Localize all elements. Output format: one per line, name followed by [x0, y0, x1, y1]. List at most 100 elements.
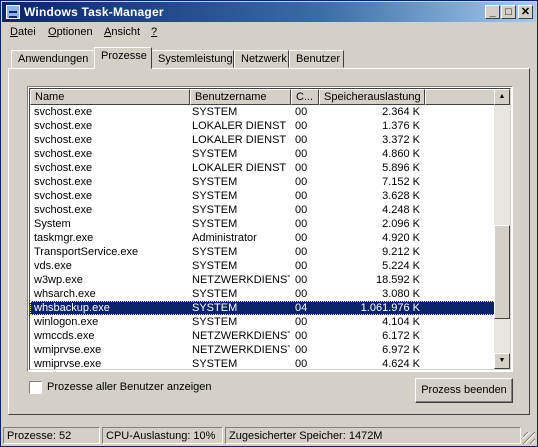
process-user-cell: Administrator [192, 232, 257, 244]
process-user-cell: NETZWERKDIENST [192, 330, 290, 342]
process-memory-cell: 1.376 K [382, 120, 420, 132]
process-memory-cell: 6.972 K [382, 344, 420, 356]
menu-help-label: ? [151, 26, 158, 38]
process-name-cell: wmccds.exe [34, 330, 95, 342]
tab-prozesse-label: Prozesse [101, 50, 147, 62]
process-user-cell: SYSTEM [192, 148, 238, 160]
process-row[interactable]: svchost.exe LOKALER DIENST 00 5.896 K [30, 161, 500, 175]
menu-datei-label: Datei [10, 26, 36, 38]
process-cpu-cell: 00 [295, 120, 308, 132]
process-user-cell: SYSTEM [192, 302, 238, 314]
process-name-cell: winlogon.exe [34, 316, 99, 328]
process-memory-cell: 1.061.976 K [360, 302, 420, 314]
tab-anwendungen-label: Anwendungen [18, 53, 89, 65]
process-cpu-cell: 00 [295, 330, 308, 342]
process-cpu-cell: 00 [295, 134, 308, 146]
process-row[interactable]: svchost.exe SYSTEM 00 7.152 K [30, 175, 500, 189]
end-process-button[interactable]: Prozess beenden [415, 378, 513, 403]
process-name-cell: vds.exe [34, 260, 72, 272]
process-row[interactable]: winlogon.exe SYSTEM 00 4.104 K [30, 315, 500, 329]
process-name-cell: svchost.exe [34, 148, 93, 160]
tab-netzwerk[interactable]: Netzwerk [234, 50, 289, 68]
process-cpu-cell: 04 [295, 302, 308, 314]
column-header-memory[interactable]: Speicherauslastung [319, 89, 425, 105]
process-row[interactable]: whsbackup.exe SYSTEM 04 1.061.976 K [30, 301, 500, 315]
process-list-inner: Name Benutzername C... Speicherauslastun… [29, 88, 511, 370]
process-name-cell: TransportService.exe [34, 246, 139, 258]
process-user-cell: SYSTEM [192, 106, 238, 118]
process-user-cell: SYSTEM [192, 190, 238, 202]
minimize-button[interactable]: _ [485, 5, 500, 19]
process-row[interactable]: w3wp.exe NETZWERKDIENST 00 18.592 K [30, 273, 500, 287]
process-cpu-cell: 00 [295, 344, 308, 356]
process-name-cell: whsarch.exe [34, 288, 96, 300]
show-all-users-label: Prozesse aller Benutzer anzeigen [47, 381, 212, 393]
task-manager-app-icon[interactable] [6, 5, 20, 19]
process-memory-cell: 6.172 K [382, 330, 420, 342]
process-row[interactable]: taskmgr.exe Administrator 00 4.920 K [30, 231, 500, 245]
column-header-name[interactable]: Name [30, 89, 190, 105]
close-button[interactable]: ✕ [518, 5, 533, 19]
tab-prozesse[interactable]: Prozesse [94, 47, 152, 69]
status-bar: Prozesse: 52 CPU-Auslastung: 10% Zugesic… [2, 426, 536, 445]
scroll-thumb[interactable] [494, 225, 510, 319]
process-memory-cell: 3.372 K [382, 134, 420, 146]
menu-optionen[interactable]: Optionen [48, 26, 93, 38]
tab-systemleistung-label: Systemleistung [158, 53, 233, 65]
process-cpu-cell: 00 [295, 246, 308, 258]
process-row[interactable]: whsarch.exe SYSTEM 00 3.080 K [30, 287, 500, 301]
process-user-cell: LOKALER DIENST [192, 162, 287, 174]
process-name-cell: svchost.exe [34, 190, 93, 202]
process-row[interactable]: wmiprvse.exe SYSTEM 00 4.624 K [30, 357, 500, 370]
title-bar[interactable]: Windows Task-Manager _ □ ✕ [2, 2, 536, 22]
menu-help[interactable]: ? [151, 26, 157, 38]
window-title: Windows Task-Manager [24, 5, 164, 19]
process-name-cell: w3wp.exe [34, 274, 83, 286]
tab-systemleistung[interactable]: Systemleistung [151, 50, 234, 68]
process-list[interactable]: Name Benutzername C... Speicherauslastun… [27, 86, 513, 372]
process-row[interactable]: System SYSTEM 00 2.096 K [30, 217, 500, 231]
tab-benutzer[interactable]: Benutzer [289, 50, 344, 68]
menu-datei[interactable]: Datei [10, 26, 36, 38]
process-row[interactable]: TransportService.exe SYSTEM 00 9.212 K [30, 245, 500, 259]
process-memory-cell: 4.624 K [382, 358, 420, 370]
resize-grip-icon[interactable] [523, 432, 535, 444]
vertical-scrollbar[interactable]: ▲ ▼ [494, 89, 510, 369]
process-user-cell: LOKALER DIENST [192, 134, 287, 146]
process-cpu-cell: 00 [295, 162, 308, 174]
process-memory-cell: 3.628 K [382, 190, 420, 202]
process-memory-cell: 5.896 K [382, 162, 420, 174]
status-cpu-usage: CPU-Auslastung: 10% [102, 427, 223, 444]
menu-ansicht[interactable]: Ansicht [104, 26, 140, 38]
process-cpu-cell: 00 [295, 316, 308, 328]
process-row[interactable]: svchost.exe SYSTEM 00 4.860 K [30, 147, 500, 161]
show-all-users-checkbox[interactable] [29, 381, 42, 394]
process-user-cell: SYSTEM [192, 288, 238, 300]
process-name-cell: taskmgr.exe [34, 232, 94, 244]
process-row[interactable]: svchost.exe SYSTEM 00 3.628 K [30, 189, 500, 203]
menu-ansicht-label: Ansicht [104, 26, 141, 38]
process-user-cell: LOKALER DIENST [192, 120, 287, 132]
process-user-cell: NETZWERKDIENST [192, 344, 290, 356]
process-cpu-cell: 00 [295, 358, 308, 370]
tab-netzwerk-label: Netzwerk [241, 53, 287, 65]
process-memory-cell: 2.364 K [382, 106, 420, 118]
process-memory-cell: 4.860 K [382, 148, 420, 160]
maximize-button[interactable]: □ [501, 5, 516, 19]
column-header-cpu[interactable]: C... [291, 89, 319, 105]
process-row[interactable]: vds.exe SYSTEM 00 5.224 K [30, 259, 500, 273]
tab-anwendungen[interactable]: Anwendungen [11, 50, 96, 68]
process-row[interactable]: svchost.exe LOKALER DIENST 00 1.376 K [30, 119, 500, 133]
process-row[interactable]: wmiprvse.exe NETZWERKDIENST 00 6.972 K [30, 343, 500, 357]
process-name-cell: wmiprvse.exe [34, 358, 102, 370]
process-row[interactable]: svchost.exe SYSTEM 00 4.248 K [30, 203, 500, 217]
column-header-user[interactable]: Benutzername [190, 89, 291, 105]
process-row[interactable]: svchost.exe SYSTEM 00 2.364 K [30, 105, 500, 119]
process-memory-cell: 7.152 K [382, 176, 420, 188]
process-row[interactable]: svchost.exe LOKALER DIENST 00 3.372 K [30, 133, 500, 147]
scroll-down-arrow-icon: ▼ [498, 357, 506, 364]
scroll-down-button[interactable]: ▼ [494, 353, 510, 369]
process-row[interactable]: wmccds.exe NETZWERKDIENST 00 6.172 K [30, 329, 500, 343]
scroll-up-button[interactable]: ▲ [494, 89, 510, 105]
process-memory-cell: 3.080 K [382, 288, 420, 300]
